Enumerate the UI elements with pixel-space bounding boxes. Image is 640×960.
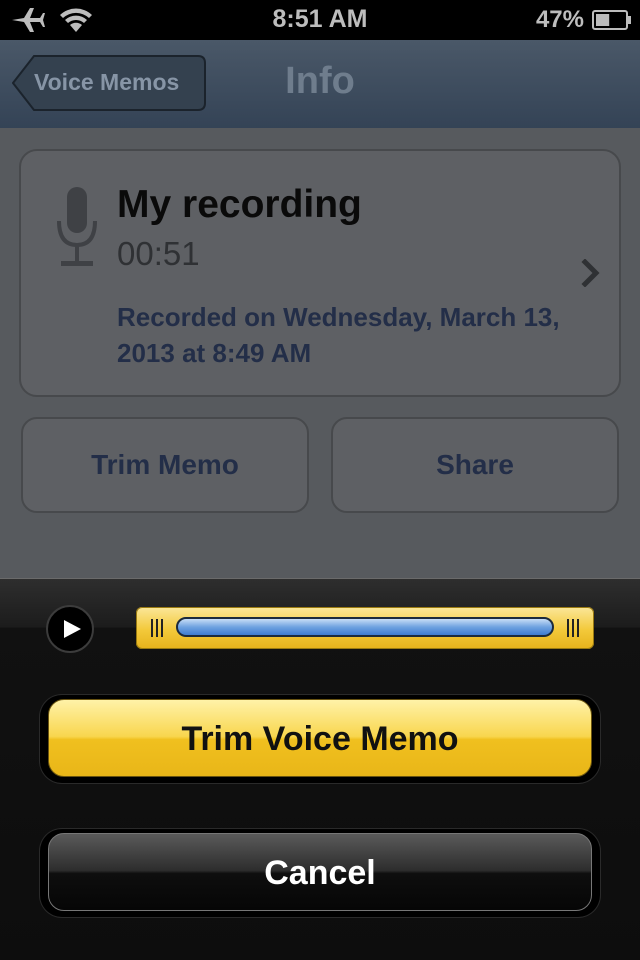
trim-voice-memo-button[interactable]: Trim Voice Memo (48, 699, 592, 777)
status-bar: 8:51 AM 47% (0, 0, 640, 40)
trim-handle-left-icon[interactable] (150, 619, 164, 637)
recording-duration: 00:51 (117, 235, 200, 272)
battery-percent: 47% (535, 6, 584, 33)
page-title: Info (285, 60, 355, 102)
recording-date: Recorded on Wednesday, March 13, 2013 at… (117, 302, 560, 368)
recording-info-card[interactable]: My recording 00:51 Recorded on Wednesday… (19, 149, 621, 397)
trim-action-sheet: Trim Voice Memo Cancel (0, 578, 640, 960)
trim-handle-right-icon[interactable] (566, 619, 580, 637)
navigation-bar: Voice Memos Info (0, 40, 640, 129)
battery-icon (592, 10, 631, 30)
trim-range-bar[interactable] (136, 607, 594, 649)
share-button[interactable]: Share (331, 417, 619, 513)
trim-audio-track (176, 617, 554, 637)
chevron-right-icon (581, 259, 600, 287)
trim-memo-button[interactable]: Trim Memo (21, 417, 309, 513)
cancel-button[interactable]: Cancel (48, 833, 592, 911)
content-area: My recording 00:51 Recorded on Wednesday… (0, 128, 640, 578)
play-button[interactable] (46, 605, 94, 653)
play-icon (64, 620, 81, 638)
recording-title: My recording (117, 183, 362, 226)
cancel-wrap: Cancel (40, 829, 600, 917)
screen: 8:51 AM 47% Voice Memos Info My recordin… (0, 0, 640, 960)
app-background: Voice Memos Info My recording 00:51 Reco… (0, 40, 640, 578)
microphone-icon (57, 187, 97, 266)
trim-voice-memo-wrap: Trim Voice Memo (40, 695, 600, 783)
